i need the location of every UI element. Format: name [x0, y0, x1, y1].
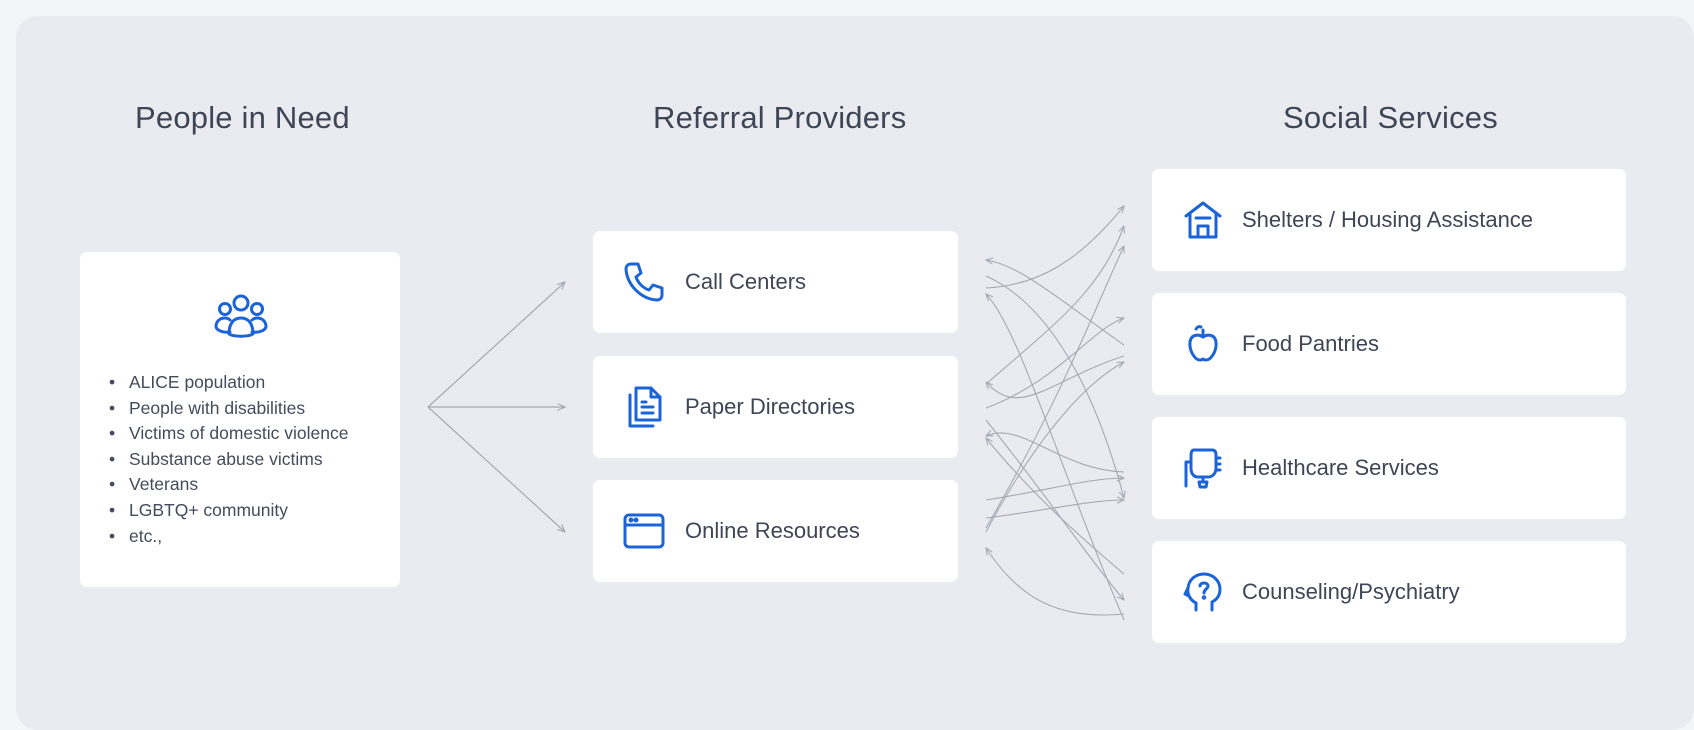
web-arrow	[986, 548, 1125, 616]
list-item: Victims of domestic violence	[108, 421, 349, 447]
web-arrow	[986, 294, 1125, 621]
service-label: Healthcare Services	[1242, 455, 1439, 480]
list-item: People with disabilities	[108, 396, 349, 422]
iv-bag-icon	[1180, 445, 1226, 491]
list-item: Substance abuse victims	[108, 447, 349, 473]
web-arrow	[985, 226, 1124, 385]
web-arrow	[986, 355, 1125, 399]
arrow-to-call-centers	[427, 282, 565, 408]
service-label: Shelters / Housing Assistance	[1242, 207, 1534, 232]
list-item: etc.,	[108, 524, 349, 550]
referral-label: Call Centers	[685, 269, 807, 294]
web-arrow	[985, 206, 1124, 289]
people-in-need-card: ALICE population People with disabilitie…	[80, 252, 400, 587]
web-arrow	[986, 260, 1125, 346]
list-item: ALICE population	[108, 370, 349, 396]
service-card-healthcare: Healthcare Services	[1152, 417, 1626, 519]
referral-card-online-resources: Online Resources	[593, 480, 958, 582]
people-to-referral-arrows	[427, 282, 565, 532]
service-label: Food Pantries	[1242, 331, 1379, 356]
list-item: Veterans	[108, 472, 349, 498]
house-icon	[1180, 197, 1226, 243]
web-arrow	[985, 419, 1124, 600]
document-icon	[621, 384, 667, 430]
web-arrow	[985, 246, 1124, 529]
service-card-housing: Shelters / Housing Assistance	[1152, 169, 1626, 271]
service-card-counseling: Counseling/Psychiatry	[1152, 541, 1626, 643]
web-arrow	[985, 478, 1124, 501]
arrow-to-online-resources	[427, 406, 565, 532]
referral-card-paper-directories: Paper Directories	[593, 356, 958, 458]
list-item: LGBTQ+ community	[108, 498, 349, 524]
referral-card-call-centers: Call Centers	[593, 231, 958, 333]
referral-label: Online Resources	[685, 518, 860, 543]
browser-window-icon	[621, 508, 667, 554]
people-list: ALICE population People with disabilitie…	[108, 370, 349, 549]
service-label: Counseling/Psychiatry	[1242, 579, 1460, 604]
referral-service-web	[985, 206, 1125, 621]
apple-icon	[1180, 321, 1226, 367]
head-question-icon	[1180, 569, 1226, 615]
web-arrow	[986, 433, 1125, 473]
referral-label: Paper Directories	[685, 394, 855, 419]
web-arrow	[986, 438, 1125, 575]
phone-icon	[621, 259, 667, 305]
service-card-food-pantries: Food Pantries	[1152, 293, 1626, 395]
people-group-icon	[213, 292, 269, 344]
web-arrow	[985, 275, 1124, 498]
web-arrow	[985, 318, 1124, 409]
